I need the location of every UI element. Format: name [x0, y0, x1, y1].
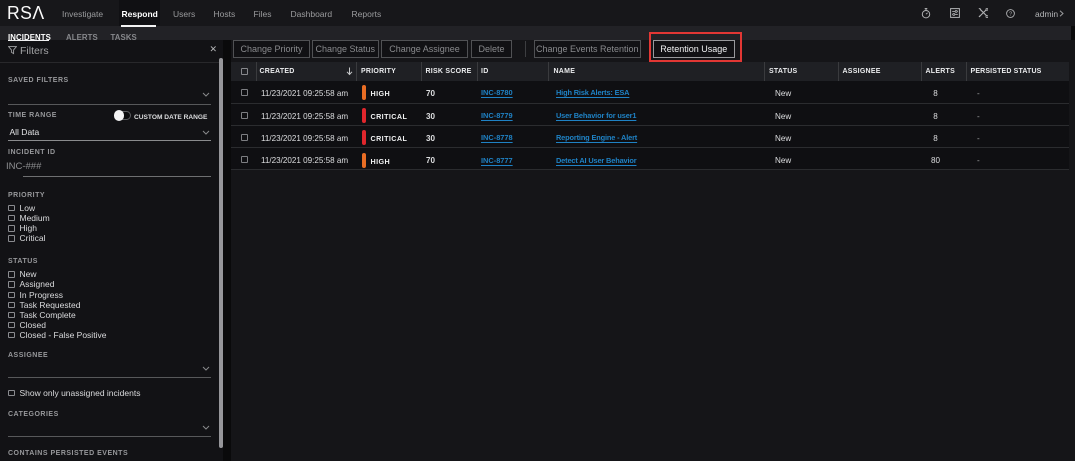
svg-text:?: ? — [1009, 11, 1012, 17]
